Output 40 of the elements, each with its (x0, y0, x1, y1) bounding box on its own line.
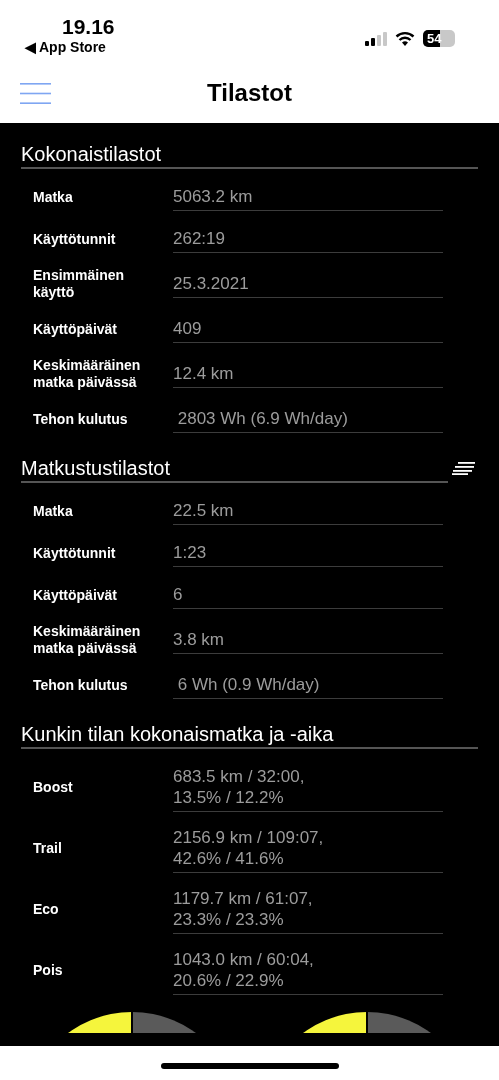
stat-value: 6 Wh (0.9 Wh/day) (173, 671, 443, 699)
stat-label: Keskimääräinen matka päivässä (32, 623, 142, 657)
stat-value: 1179.7 km / 61:07, 23.3% / 23.3% (173, 885, 443, 934)
stat-value: 5063.2 km (173, 183, 443, 211)
section-title: Kunkin tilan kokonaismatka ja -aika (21, 722, 478, 749)
menu-icon[interactable] (20, 83, 51, 104)
stat-value: 1043.0 km / 60:04, 20.6% / 22.9% (173, 946, 443, 995)
page-title: Tilastot (207, 77, 292, 108)
stat-label: Trail (32, 840, 63, 857)
stat-value: 6 (173, 581, 443, 609)
stat-value: 12.4 km (173, 360, 443, 388)
stat-label: Keskimääräinen matka päivässä (32, 357, 142, 391)
section-title: Kokonaistilastot (21, 142, 478, 169)
stat-label: Käyttöpäivät (32, 320, 119, 338)
stat-value: 262:19 (173, 225, 443, 253)
stat-label: Tehon kulutus (32, 410, 129, 428)
sort-icon[interactable] (452, 462, 475, 475)
stat-value: 1:23 (173, 539, 443, 567)
stat-label: Pois (32, 962, 64, 979)
stat-label: Boost (32, 779, 74, 796)
stat-value: 25.3.2021 (173, 270, 443, 298)
stat-label: Matka (32, 502, 74, 520)
wifi-icon (395, 31, 415, 46)
stat-value: 3.8 km (173, 626, 443, 654)
signal-icon (365, 31, 387, 46)
stat-value: 2803 Wh (6.9 Wh/day) (173, 405, 443, 433)
stat-label: Matka (32, 188, 74, 206)
stat-value: 22.5 km (173, 497, 443, 525)
stat-label: Käyttötunnit (32, 544, 117, 562)
stat-label: Eco (32, 901, 60, 918)
stat-label: Käyttöpäivät (32, 586, 119, 604)
section-title: Matkustustilastot (21, 456, 448, 483)
stat-value: 683.5 km / 32:00, 13.5% / 12.2% (173, 763, 443, 812)
stat-label: Ensimmäinen käyttö (32, 267, 126, 301)
stat-value: 2156.9 km / 109:07, 42.6% / 41.6% (173, 824, 443, 873)
stat-value: 409 (173, 315, 443, 343)
back-to-app-link[interactable]: ◀ App Store (24, 38, 106, 56)
status-time: 19.16 (61, 16, 115, 38)
stat-label: Tehon kulutus (32, 676, 129, 694)
stat-label: Käyttötunnit (32, 230, 117, 248)
